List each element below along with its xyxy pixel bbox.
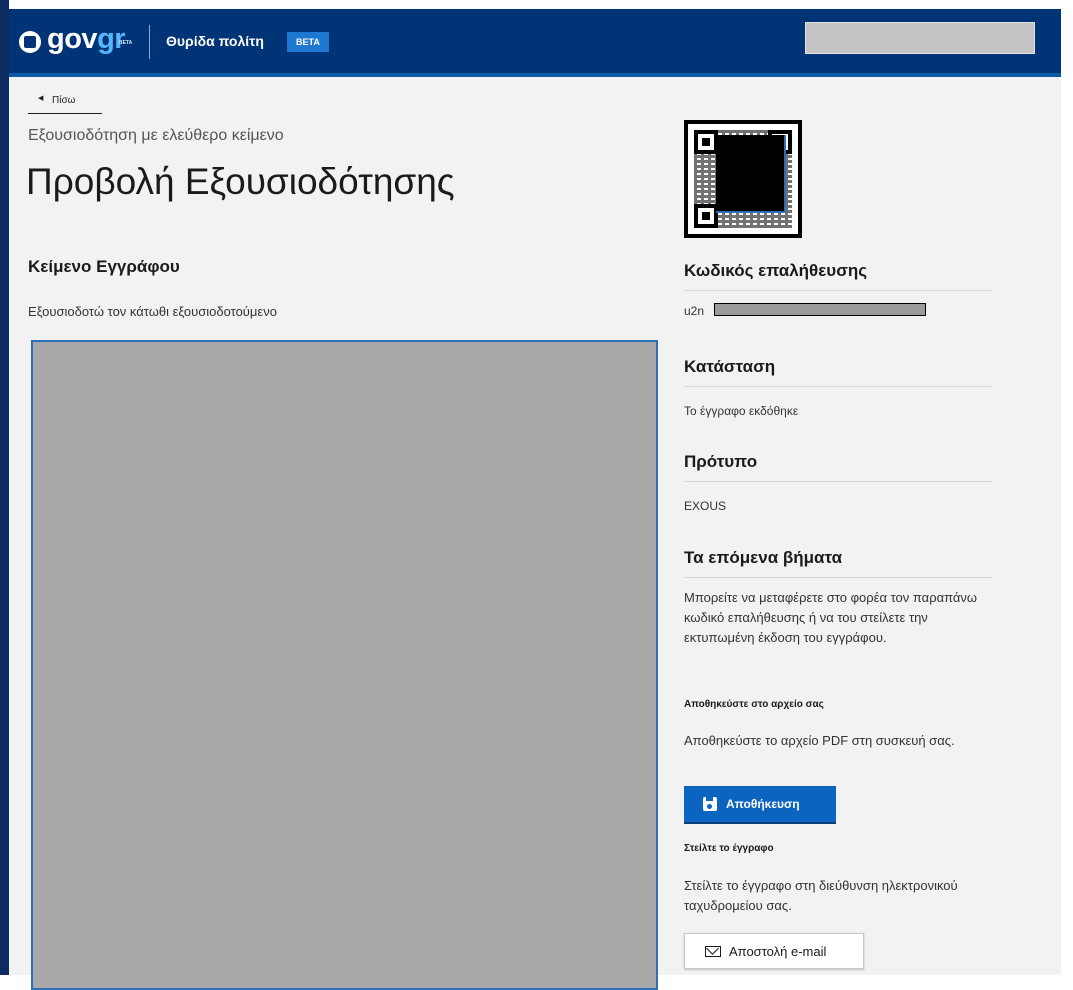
next-steps-text: Μπορείτε να μεταφέρετε στο φορέα τον παρ… [684, 590, 978, 645]
document-preview-redacted [31, 340, 658, 990]
verification-code-value: u2n [684, 304, 705, 318]
status-heading: Κατάσταση [684, 357, 992, 387]
send-section-heading: Στείλτε το έγγραφο [684, 843, 774, 854]
window-frame-left [0, 0, 9, 975]
window-frame-top [0, 0, 1073, 9]
page: govgr BETA Θυρίδα πολίτη BETA ◀ Πίσω Εξο… [9, 9, 1061, 990]
back-link[interactable]: ◀ Πίσω [28, 91, 102, 114]
save-button[interactable]: Αποθήκευση [684, 786, 836, 822]
envelope-icon [705, 946, 721, 957]
template-value: EXOUS [684, 499, 727, 513]
page-caption: Εξουσιοδότηση με ελεύθερο κείμενο [28, 127, 284, 144]
site-header: govgr BETA Θυρίδα πολίτη BETA [9, 9, 1061, 77]
verification-code-redaction [714, 303, 926, 316]
next-steps-heading: Τα επόμενα βήματα [684, 548, 992, 578]
redacted-user-area [805, 22, 1035, 54]
header-divider [149, 25, 150, 59]
save-section-heading: Αποθηκεύστε στο αρχείο σας [684, 699, 824, 710]
save-button-label: Αποθήκευση [726, 797, 800, 811]
govgr-emblem-icon[interactable] [19, 31, 41, 53]
send-email-button-label: Αποστολή e-mail [729, 944, 827, 959]
template-heading: Πρότυπο [684, 452, 992, 482]
qr-finder-bottom-left [694, 204, 718, 228]
document-text: Εξουσιοδοτώ τον κάτωθι εξουσιοδοτούμενο [28, 304, 277, 319]
chevron-left-icon: ◀ [38, 95, 44, 102]
qr-redaction [716, 135, 786, 213]
save-section-text: Αποθηκεύστε το αρχείο PDF στη συσκευή σα… [684, 733, 955, 748]
send-email-button[interactable]: Αποστολή e-mail [684, 933, 864, 969]
send-section-text: Στείλτε το έγγραφο στη διεύθυνση ηλεκτρο… [684, 878, 958, 913]
floppy-disk-icon [703, 797, 717, 811]
qr-finder-top-left [694, 130, 718, 154]
status-value: Το έγγραφο εκδόθηκε [684, 404, 799, 418]
logo-beta-tag: BETA [119, 40, 133, 46]
logo-gr-text: gr [97, 23, 126, 55]
service-title[interactable]: Θυρίδα πολίτη [166, 33, 264, 49]
beta-badge: BETA [287, 32, 329, 52]
verification-code-heading: Κωδικός επαλήθευσης [684, 261, 992, 291]
back-label: Πίσω [52, 95, 76, 106]
document-heading: Κείμενο Εγγράφου [28, 257, 180, 276]
qr-code [684, 120, 802, 238]
govgr-logo[interactable]: govgr [47, 23, 126, 56]
page-title: Προβολή Εξουσιοδότησης [26, 161, 455, 202]
logo-gov-text: gov [47, 23, 98, 55]
